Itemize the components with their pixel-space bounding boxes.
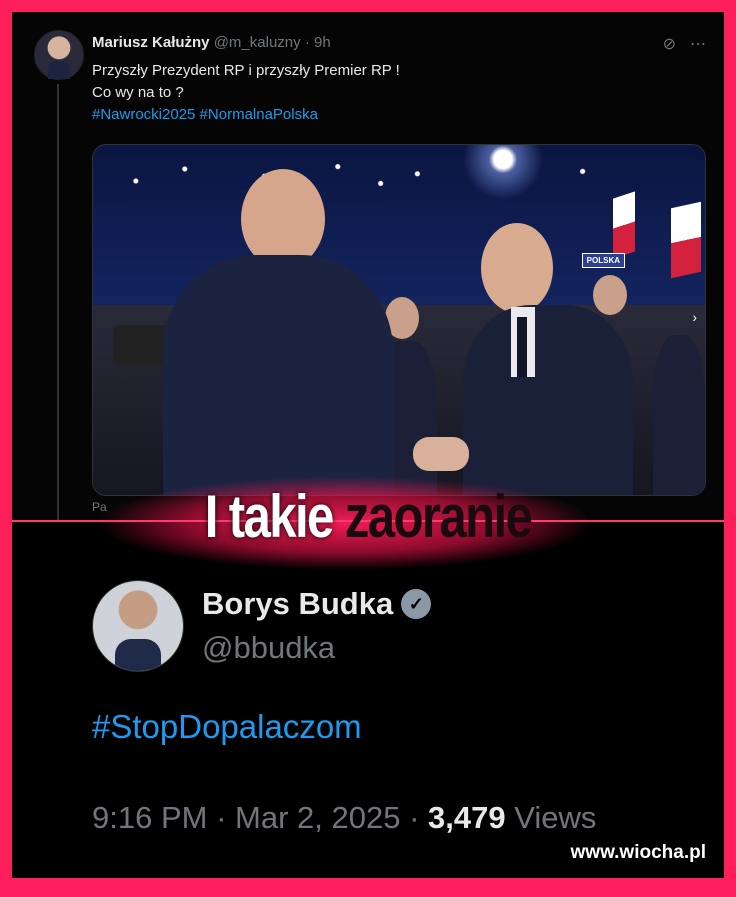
banner-part-1: I takie [204, 483, 335, 550]
person-head [593, 275, 627, 315]
banner-caption: I takie zaoranie [76, 482, 660, 551]
person-suit [463, 305, 633, 495]
grok-icon[interactable]: ⊘ [663, 34, 676, 54]
tweet-line-1: Przyszły Prezydent RP i przyszły Premier… [92, 62, 400, 79]
tweet-line-2: Co wy na to ? [92, 84, 184, 101]
author-handle[interactable]: @m_kaluzny [214, 34, 301, 51]
flag [613, 191, 635, 259]
tie [517, 317, 527, 377]
chevron-right-icon[interactable]: › [692, 309, 697, 325]
tweet-hashtags[interactable]: #Nawrocki2025 #NormalnaPolska [92, 106, 318, 123]
avatar[interactable] [92, 580, 184, 672]
person-suit [163, 255, 393, 495]
tweet-actions: ⊘ ⋯ [663, 34, 706, 54]
person-head [481, 223, 553, 313]
tweet-hashtag[interactable]: #StopDopalaczom [92, 708, 362, 746]
author-name-row: Borys Budka ✓ [202, 586, 432, 622]
tweet-header: Mariusz Kałużny @m_kaluzny · 9h [92, 34, 331, 51]
quoted-tweet[interactable]: Mariusz Kałużny @m_kaluzny · 9h ⊘ ⋯ Przy… [12, 12, 724, 520]
views-label: Views [514, 800, 597, 835]
separator: · [216, 800, 227, 835]
tweet-photo[interactable]: POLSKA › [92, 144, 706, 496]
photo-sign: POLSKA [581, 253, 625, 268]
person-head [241, 169, 325, 269]
thread-line [57, 84, 59, 520]
more-icon[interactable]: ⋯ [690, 34, 706, 54]
handshake [413, 437, 469, 471]
author-name[interactable]: Borys Budka [202, 586, 393, 622]
site-watermark: www.wiocha.pl [570, 842, 706, 863]
views-count: 3,479 [428, 800, 506, 835]
flag [671, 201, 701, 279]
tweet-time[interactable]: 9h [314, 34, 331, 51]
verified-badge-icon: ✓ [401, 589, 432, 619]
tweet-time[interactable]: 9:16 PM [92, 800, 207, 835]
separator: · [304, 34, 310, 51]
banner-part-2: zaoranie [344, 483, 533, 550]
tweet-meta: 9:16 PM · Mar 2, 2025 · 3,479 Views [92, 800, 596, 836]
screenshot-frame: Mariusz Kałużny @m_kaluzny · 9h ⊘ ⋯ Przy… [12, 12, 724, 878]
author-name[interactable]: Mariusz Kałużny [92, 34, 210, 51]
tweet-text: Przyszły Prezydent RP i przyszły Premier… [92, 60, 400, 104]
tweet-date[interactable]: Mar 2, 2025 [235, 800, 400, 835]
separator: · [409, 800, 420, 835]
author-handle[interactable]: @bbudka [202, 630, 335, 666]
person-suit [653, 335, 705, 495]
avatar[interactable] [34, 30, 84, 80]
